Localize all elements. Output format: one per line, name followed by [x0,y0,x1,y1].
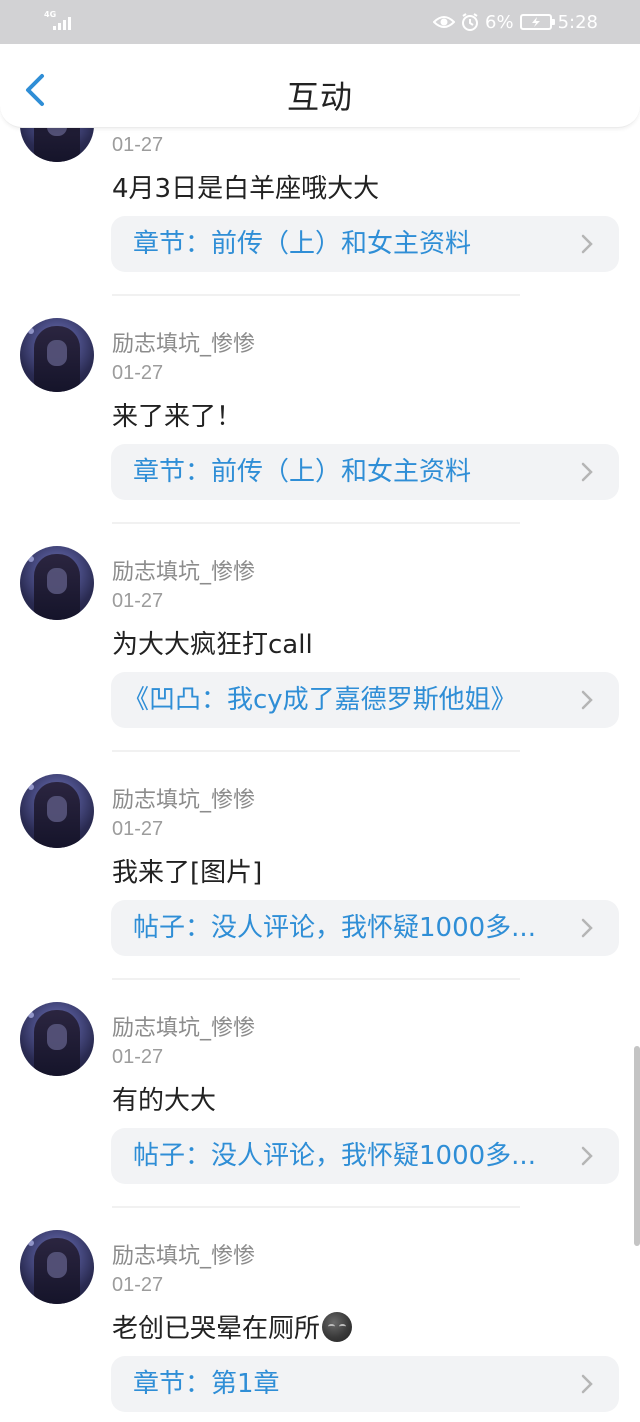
page-title: 互动 [286,78,353,116]
comment-text: 来了来了！ [112,402,243,432]
divider [112,750,520,752]
list-item: 励志填坑_惨惨 01-27 为大大疯狂打call 《凹凸：我cy成了嘉德罗斯他姐… [0,546,640,774]
top-nav-bar: 互动 [0,44,640,128]
reference-card[interactable]: 章节：前传（上）和女主资料 [111,216,619,272]
divider [112,978,520,980]
comment-date: 01-27 [112,1274,164,1296]
chevron-right-icon [581,462,593,482]
avatar[interactable] [20,1002,94,1076]
clock: 5:28 [557,11,598,33]
reference-link[interactable]: 帖子：没人评论，我怀疑1000多... [133,1141,573,1171]
chevron-right-icon [581,690,593,710]
reference-link[interactable]: 帖子：没人评论，我怀疑1000多... [133,913,573,943]
comment-date: 01-27 [112,134,164,156]
scrollbar[interactable] [634,1046,640,1246]
comment-text: 有的大大 [112,1086,217,1116]
reference-card[interactable]: 章节：第1章 [111,1356,619,1412]
comment-date: 01-27 [112,590,164,612]
interaction-list[interactable]: 01-27 4月3日是白羊座哦大大 章节：前传（上）和女主资料 励志填坑_惨惨 … [0,100,640,1422]
signal-icon: 4G [44,10,76,32]
divider [112,522,520,524]
reference-link[interactable]: 《凹凸：我cy成了嘉德罗斯他姐》 [123,685,563,715]
comment-text: 老创已哭晕在厕所 [112,1314,321,1344]
list-item: 励志填坑_惨惨 01-27 老创已哭晕在厕所 章节：第1章 [0,1230,640,1422]
list-item: 励志填坑_惨惨 01-27 来了来了！ 章节：前传（上）和女主资料 [0,318,640,546]
eye-icon [433,16,456,28]
dark-moon-face-emoji [322,1312,353,1342]
divider [112,1206,520,1208]
reference-card[interactable]: 帖子：没人评论，我怀疑1000多... [111,900,619,956]
reference-card[interactable]: 帖子：没人评论，我怀疑1000多... [111,1128,619,1184]
comment-text: 为大大疯狂打call [112,630,313,660]
comment-text: 4月3日是白羊座哦大大 [112,174,380,204]
avatar[interactable] [20,1230,94,1304]
comment-date: 01-27 [112,362,164,384]
chevron-right-icon [581,1374,593,1394]
avatar[interactable] [20,546,94,620]
comment-line: 老创已哭晕在厕所 [112,1308,353,1345]
battery-percent: 6% [485,11,514,33]
comment-text: 我来了[图片] [112,858,263,888]
alarm-icon [462,13,479,31]
list-item: 励志填坑_惨惨 01-27 我来了[图片] 帖子：没人评论，我怀疑1000多..… [0,774,640,1002]
list-item: 励志填坑_惨惨 01-27 有的大大 帖子：没人评论，我怀疑1000多... [0,1002,640,1230]
chevron-right-icon [581,918,593,938]
username[interactable]: 励志填坑_惨惨 [112,782,255,814]
username[interactable]: 励志填坑_惨惨 [112,1238,255,1270]
chevron-right-icon [581,1146,593,1166]
status-bar: 4G 6% 5:28 [0,0,640,44]
divider [112,294,520,296]
username[interactable]: 励志填坑_惨惨 [112,554,255,586]
comment-date: 01-27 [112,818,164,840]
reference-link[interactable]: 章节：前传（上）和女主资料 [133,457,573,487]
comment-date: 01-27 [112,1046,164,1068]
chevron-right-icon [581,234,593,254]
reference-link[interactable]: 章节：前传（上）和女主资料 [133,229,573,259]
reference-card[interactable]: 章节：前传（上）和女主资料 [111,444,619,500]
username[interactable]: 励志填坑_惨惨 [112,326,255,358]
avatar[interactable] [20,318,94,392]
reference-link[interactable]: 章节：第1章 [133,1369,573,1399]
username[interactable]: 励志填坑_惨惨 [112,1010,255,1042]
battery-charging-icon [519,14,555,30]
reference-card[interactable]: 《凹凸：我cy成了嘉德罗斯他姐》 [111,672,619,728]
avatar[interactable] [20,774,94,848]
